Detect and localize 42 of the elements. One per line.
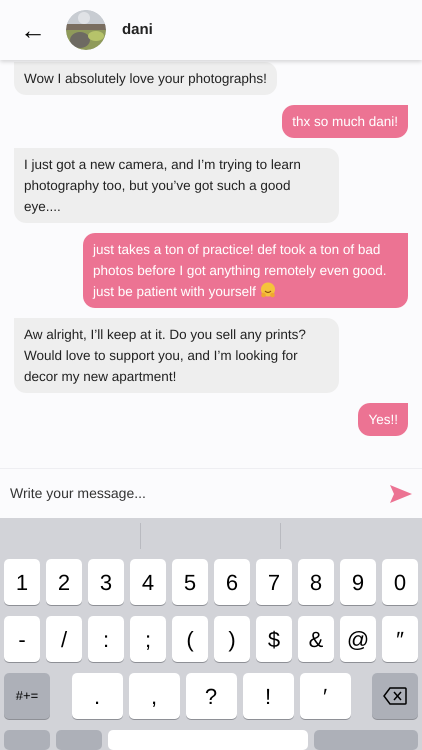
received-message: Wow I absolutely love your photographs! (14, 62, 277, 95)
received-message: I just got a new camera, and I’m trying to learn photography too, but you’ve got such a good eye.... (14, 148, 339, 223)
keyboard-key[interactable]: 5 (172, 559, 208, 605)
contact-name: dani (122, 20, 153, 40)
keyboard-key[interactable] (56, 730, 102, 750)
backspace-icon (383, 687, 407, 705)
keyboard-key[interactable]: 9 (340, 559, 376, 605)
keyboard-key[interactable]: 7 (256, 559, 292, 605)
keyboard-key[interactable]: 8 (298, 559, 334, 605)
keyboard-key[interactable]: 6 (214, 559, 250, 605)
keyboard-key[interactable]: , (128, 673, 180, 719)
keyboard-key[interactable]: : (88, 616, 124, 662)
keyboard-key[interactable]: @ (340, 616, 376, 662)
keyboard-key[interactable]: 0 (382, 559, 418, 605)
back-button[interactable]: ← (16, 17, 50, 43)
keyboard-key[interactable]: ) (214, 616, 250, 662)
keyboard-key[interactable]: ; (130, 616, 166, 662)
keyboard-key[interactable]: ′ (300, 673, 350, 719)
keyboard-key[interactable]: . (72, 673, 122, 719)
message-input[interactable]: Write your message... (10, 483, 390, 504)
keyboard-key[interactable]: ″ (382, 616, 418, 662)
symbols-key[interactable]: #+= (4, 673, 50, 719)
keyboard-key[interactable] (314, 730, 418, 750)
keyboard-key[interactable]: ! (242, 673, 294, 719)
keyboard-key[interactable]: ( (172, 616, 208, 662)
keyboard-key[interactable]: 1 (4, 559, 40, 605)
space-key[interactable] (108, 730, 308, 750)
keyboard-key[interactable]: - (4, 616, 40, 662)
sent-message: Yes!! (358, 403, 408, 436)
keyboard-key[interactable]: ? (186, 673, 236, 719)
received-message: Aw alright, I’ll keep at it. Do you sell any prints? Would love to support you, and I’m looking for decor my new apartment! (14, 318, 339, 393)
sent-message: thx so much dani! (282, 105, 408, 138)
keyboard-key[interactable]: 4 (130, 559, 166, 605)
keyboard-key[interactable]: & (298, 616, 334, 662)
keyboard-key[interactable]: / (46, 616, 82, 662)
sent-message: just takes a ton of practice! def took a ton of bad photos before I got anything remotely even good. just be patient with yourself (83, 233, 408, 308)
keyboard-key[interactable]: $ (256, 616, 292, 662)
backspace-key[interactable] (372, 673, 418, 719)
keyboard-key[interactable]: 3 (88, 559, 124, 605)
keyboard-key[interactable]: 2 (46, 559, 82, 605)
keyboard-key[interactable] (4, 730, 50, 750)
send-icon[interactable] (390, 484, 412, 502)
